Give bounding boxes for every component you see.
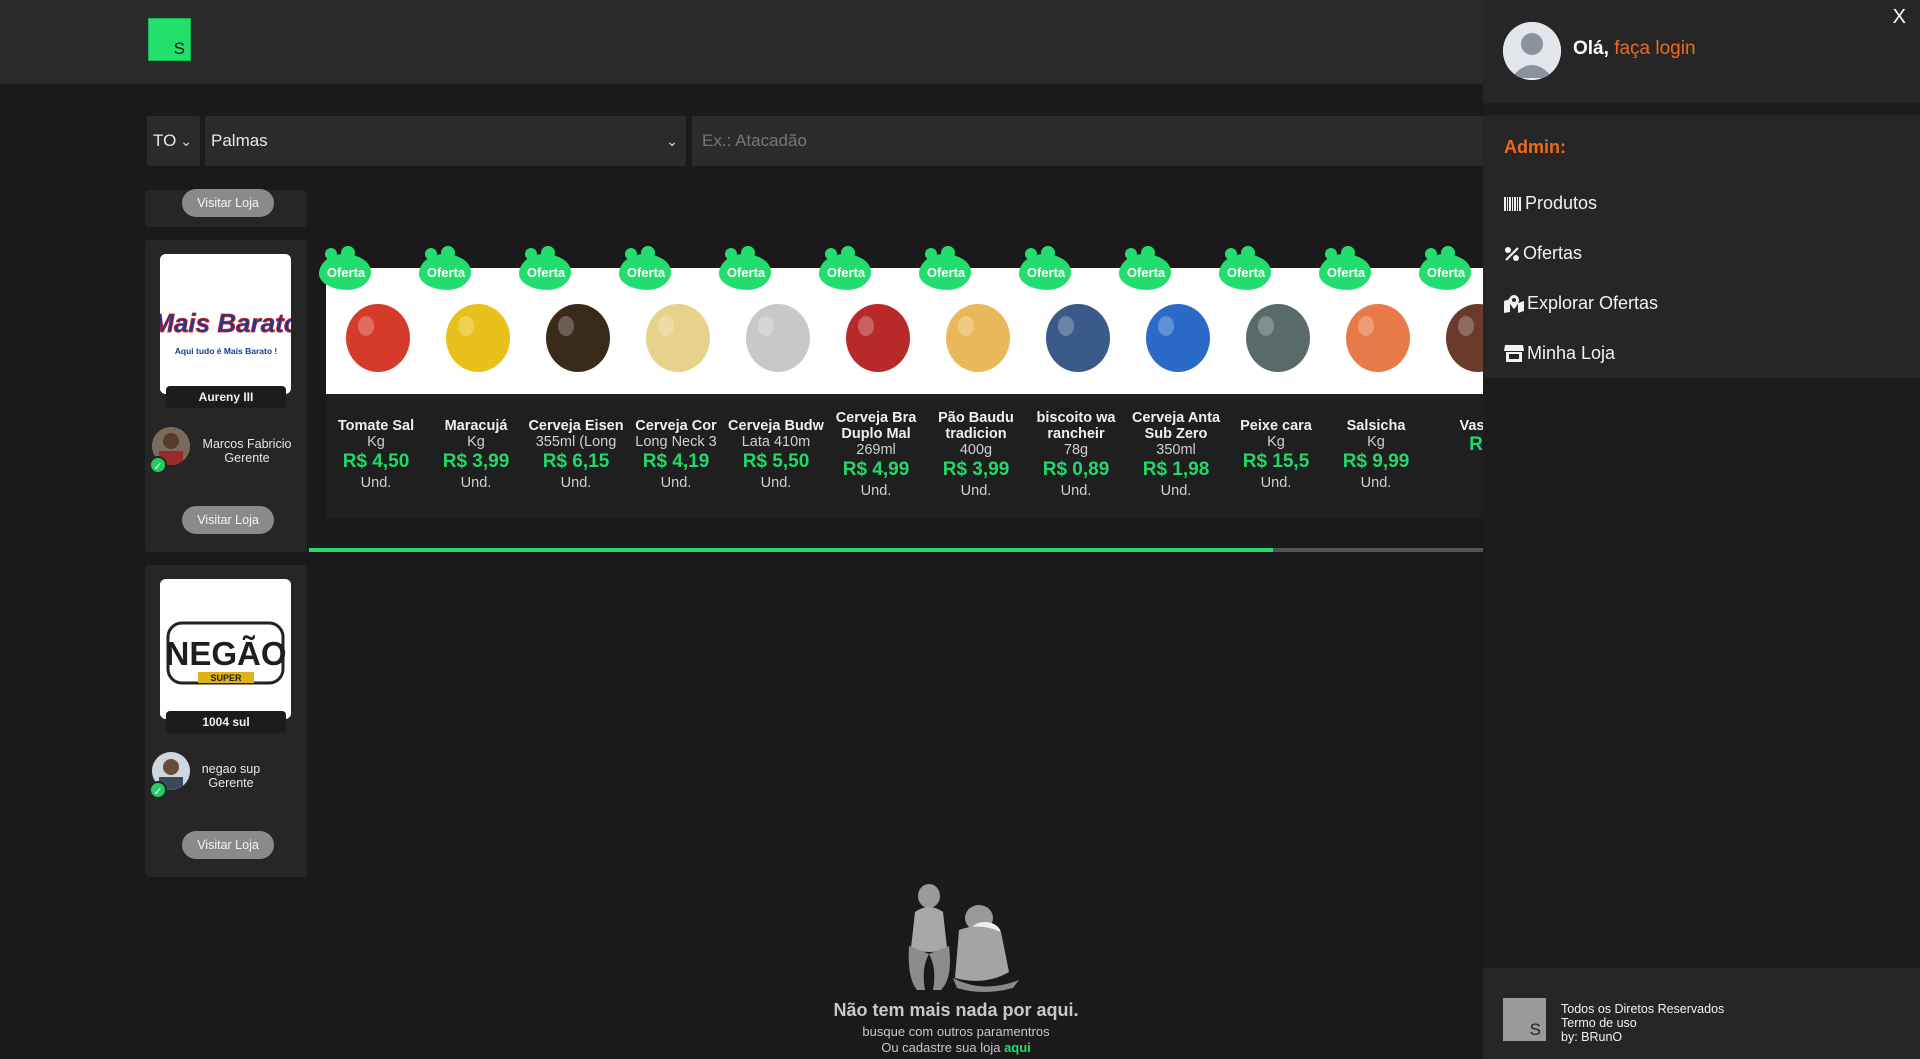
verified-check-icon: ✓ xyxy=(149,781,167,799)
store-card: Visitar Loja xyxy=(145,189,307,227)
offer-badge: Oferta xyxy=(1417,246,1471,290)
manager-role: Gerente xyxy=(208,776,254,790)
product-card[interactable]: Pão Baudu tradicion 400g R$ 3,99 Und. Of… xyxy=(909,240,1026,518)
menu-item-minha-loja[interactable]: Minha Loja xyxy=(1504,343,1615,364)
offer-badge: Oferta xyxy=(1217,246,1271,290)
empty-state-illustration xyxy=(893,882,1023,994)
offer-badge: Oferta xyxy=(917,246,971,290)
store-logo-text: Mais Barato xyxy=(160,308,291,338)
product-card[interactable]: Cerveja Budw Lata 410m R$ 5,50 Und. Ofer… xyxy=(709,240,826,518)
offer-badge: Oferta xyxy=(517,246,571,290)
product-name: Vass xyxy=(1459,418,1484,434)
product-info: Vass R xyxy=(1426,394,1484,518)
store-logo-sub: SUPER xyxy=(210,673,242,683)
carousel-progress-fill xyxy=(309,548,1273,552)
offer-badge: Oferta xyxy=(1017,246,1071,290)
app-logo[interactable]: S xyxy=(148,18,191,61)
store-icon xyxy=(1504,345,1524,362)
product-card[interactable]: Tomate Sal Kg R$ 4,50 Und. Oferta xyxy=(309,240,426,518)
manager-name: negao sup xyxy=(201,762,261,776)
login-link[interactable]: faça login xyxy=(1614,38,1695,59)
offer-badge: Oferta xyxy=(1117,246,1171,290)
carousel-progress-bar[interactable] xyxy=(309,548,1484,552)
chevron-down-icon: ⌄ xyxy=(666,133,678,149)
menu-item-produtos[interactable]: Produtos xyxy=(1504,193,1597,214)
visit-store-button[interactable]: Visitar Loja xyxy=(182,506,274,534)
footer-logo: S xyxy=(1503,998,1546,1041)
state-value: TO xyxy=(153,131,177,150)
product-card[interactable]: Cerveja Cor Long Neck 3 R$ 4,19 Und. Ofe… xyxy=(609,240,726,518)
menu-item-ofertas[interactable]: Ofertas xyxy=(1504,243,1582,264)
product-card[interactable]: Cerveja Bra Duplo Mal 269ml R$ 4,99 Und.… xyxy=(809,240,926,518)
product-price: R xyxy=(1469,434,1483,455)
product-card[interactable]: Vass R Oferta xyxy=(1409,240,1484,518)
offer-badge: Oferta xyxy=(417,246,471,290)
terms-link[interactable]: Termo de uso xyxy=(1561,1016,1724,1030)
visit-store-button[interactable]: Visitar Loja xyxy=(182,189,274,217)
author-text: by: BRunO xyxy=(1561,1030,1623,1044)
offers-carousel[interactable]: Tomate Sal Kg R$ 4,50 Und. Oferta Maracu… xyxy=(309,240,1484,518)
city-value: Palmas xyxy=(211,131,268,150)
empty-state-title: Não tem mais nada por aqui. xyxy=(833,1000,1079,1020)
visit-store-button[interactable]: Visitar Loja xyxy=(182,831,274,859)
store-logo: NEGÃO SUPER xyxy=(160,579,291,719)
admin-label: Admin: xyxy=(1504,137,1566,157)
store-logo: Mais Barato Aqui tudo é Mais Barato ! xyxy=(160,254,291,394)
register-store-link[interactable]: aqui xyxy=(1004,1040,1031,1055)
offer-badge: Oferta xyxy=(617,246,671,290)
footer-text: Todos os Diretos Reservados Termo de uso… xyxy=(1561,1002,1724,1044)
menu-item-explorar-ofertas[interactable]: Explorar Ofertas xyxy=(1504,293,1658,314)
store-card: Mais Barato Aqui tudo é Mais Barato ! Au… xyxy=(145,240,307,552)
manager-info: Marcos Fabricio Gerente xyxy=(191,437,303,465)
state-select[interactable]: TO ⌄ xyxy=(147,116,200,166)
product-card[interactable]: biscoito wa rancheir 78g R$ 0,89 Und. Of… xyxy=(1009,240,1126,518)
drawer-menu: Admin: Produtos Ofertas Explorar Ofertas… xyxy=(1483,115,1920,378)
product-card[interactable]: Cerveja Anta Sub Zero 350ml R$ 1,98 Und.… xyxy=(1109,240,1226,518)
product-card[interactable]: Cerveja Eisen 355ml (Long R$ 6,15 Und. O… xyxy=(509,240,626,518)
offer-badge: Oferta xyxy=(317,246,371,290)
close-icon[interactable]: X xyxy=(1893,6,1906,29)
empty-state-subtitle: busque com outros paramentros Ou cadastr… xyxy=(756,1024,1156,1056)
store-name: 1004 sul xyxy=(166,711,286,733)
product-card[interactable]: Peixe cara Kg R$ 15,5 Und. Oferta xyxy=(1209,240,1326,518)
percent-icon xyxy=(1505,246,1519,261)
store-name: Aureny III xyxy=(166,386,286,408)
manager-role: Gerente xyxy=(224,451,270,465)
user-avatar-icon[interactable] xyxy=(1503,22,1561,80)
offer-badge: Oferta xyxy=(817,246,871,290)
offer-badge: Oferta xyxy=(717,246,771,290)
manager-info: negao sup Gerente xyxy=(191,762,271,790)
side-drawer: Olá, faça login X Admin: Produtos Oferta… xyxy=(1483,0,1920,1059)
store-logo-slogan: Aqui tudo é Mais Barato ! xyxy=(175,346,278,356)
rights-text: Todos os Diretos Reservados xyxy=(1561,1002,1725,1016)
verified-check-icon: ✓ xyxy=(149,456,167,474)
manager-name: Marcos Fabricio xyxy=(202,437,292,451)
offer-badge: Oferta xyxy=(1317,246,1371,290)
product-card[interactable]: Maracujá Kg R$ 3,99 Und. Oferta xyxy=(409,240,526,518)
map-pin-icon xyxy=(1504,294,1524,313)
chevron-down-icon: ⌄ xyxy=(180,133,192,149)
drawer-header: Olá, faça login X xyxy=(1483,0,1920,103)
store-search-input[interactable]: Ex.: Atacadão xyxy=(692,116,1492,166)
store-logo-text: NEGÃO xyxy=(165,635,286,672)
product-card[interactable]: Salsicha Kg R$ 9,99 Und. Oferta xyxy=(1309,240,1426,518)
drawer-footer: S Todos os Diretos Reservados Termo de u… xyxy=(1483,968,1920,1059)
empty-state-line2: Ou cadastre sua loja aqui xyxy=(881,1040,1031,1055)
city-select[interactable]: Palmas ⌄ xyxy=(205,116,686,166)
search-placeholder: Ex.: Atacadão xyxy=(702,131,807,150)
barcode-icon xyxy=(1504,196,1521,211)
empty-state-line1: busque com outros paramentros xyxy=(862,1024,1050,1039)
store-card: NEGÃO SUPER 1004 sul ✓ negao sup Gerente… xyxy=(145,565,307,877)
greeting: Olá, faça login xyxy=(1573,38,1696,59)
